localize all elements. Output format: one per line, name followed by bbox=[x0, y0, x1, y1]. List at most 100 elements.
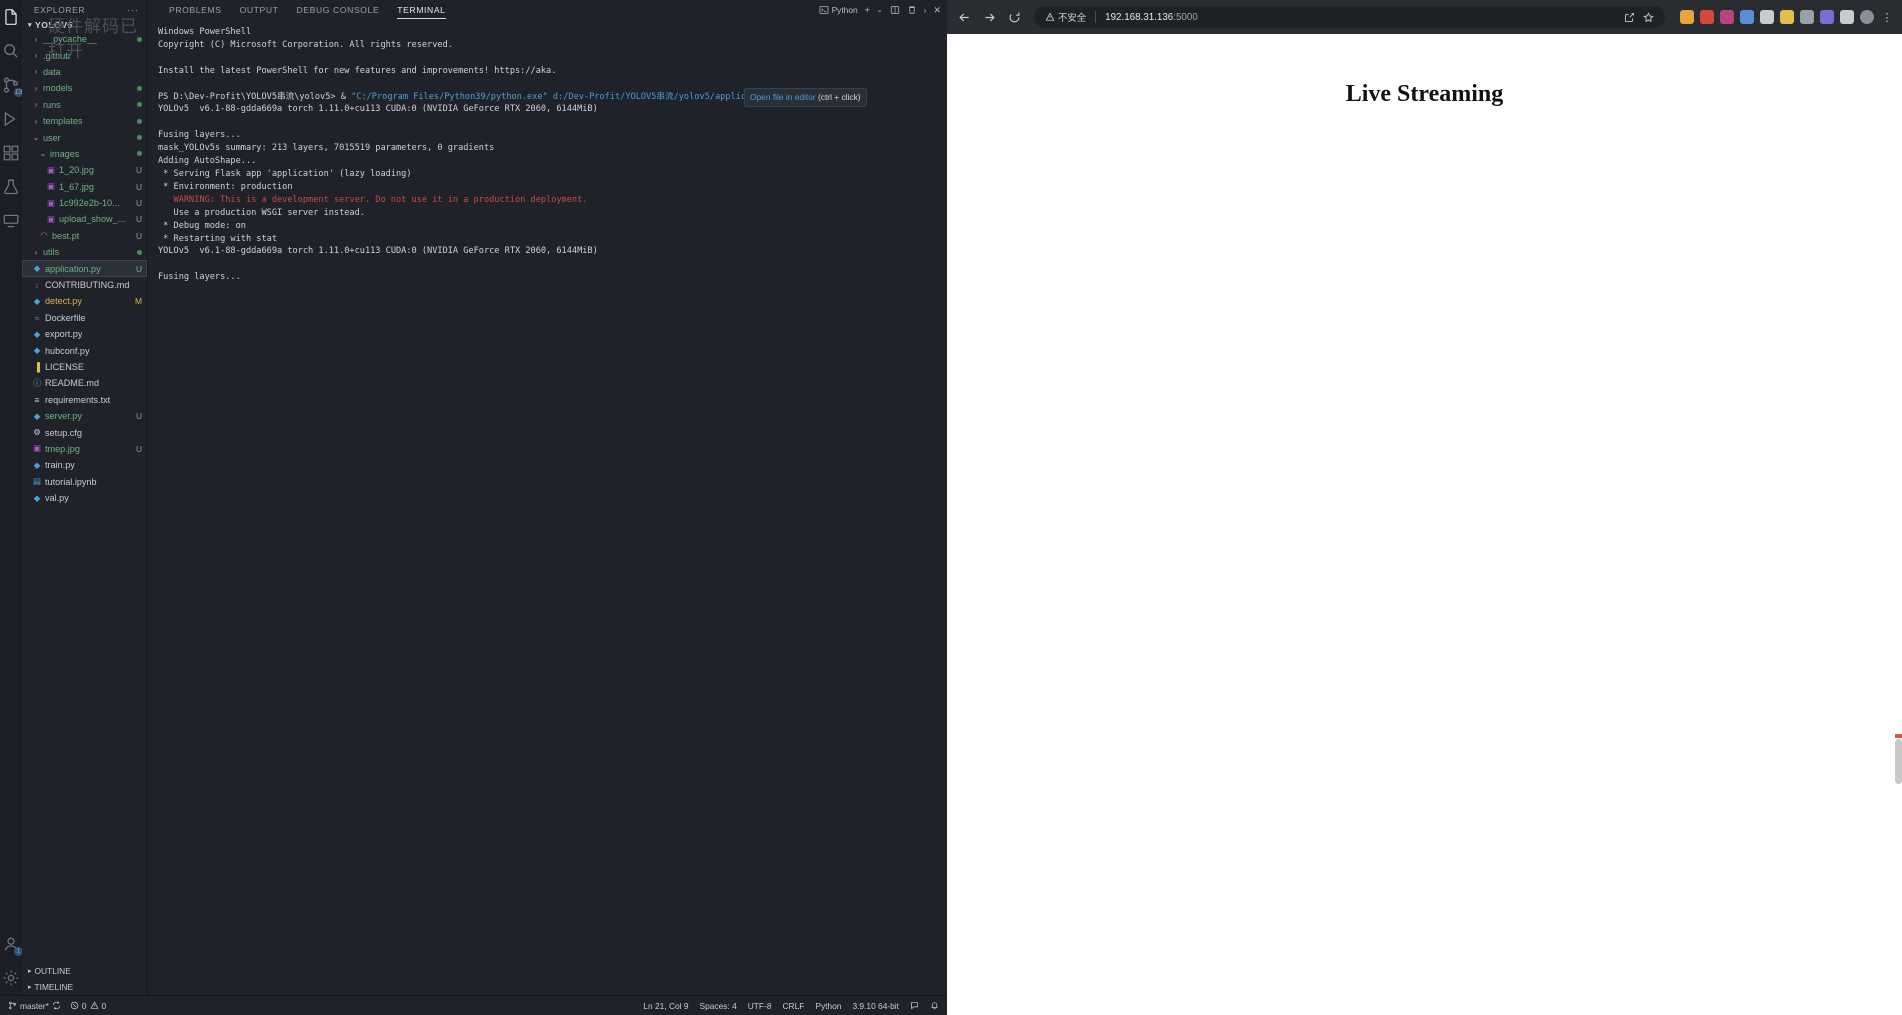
tree-item-contributing-md[interactable]: ↓ CONTRIBUTING.md bbox=[22, 277, 147, 293]
activity-item-source-control[interactable]: 13 bbox=[2, 76, 23, 97]
status-feedback-button[interactable] bbox=[910, 1001, 919, 1010]
terminal-shell-selector[interactable]: Python bbox=[819, 5, 858, 15]
tree-item-server-py[interactable]: ◆ server.py U bbox=[22, 408, 147, 424]
panel-tab-terminal[interactable]: TERMINAL bbox=[388, 2, 454, 19]
back-button[interactable] bbox=[955, 8, 973, 26]
page-scrollbar[interactable] bbox=[1895, 739, 1902, 784]
tree-item-requirements-txt[interactable]: ≡ requirements.txt bbox=[22, 392, 147, 408]
activity-item-extensions[interactable] bbox=[2, 144, 20, 162]
panel-tab-problems[interactable]: PROBLEMS bbox=[160, 2, 231, 19]
timeline-section[interactable]: ▸ TIMELINE bbox=[22, 979, 147, 995]
explorer-more-button[interactable]: ··· bbox=[127, 5, 139, 15]
status-language-mode[interactable]: Python bbox=[815, 1001, 841, 1011]
tree-item-user[interactable]: ⌄ user bbox=[22, 129, 147, 145]
extension-icon-4[interactable] bbox=[1740, 10, 1754, 24]
config-file-icon: ⚙ bbox=[33, 427, 41, 438]
tree-item-models[interactable]: › models bbox=[22, 80, 147, 96]
activity-item-testing[interactable] bbox=[2, 178, 20, 196]
address-bar[interactable]: 不安全 192.168.31.136:5000 bbox=[1034, 6, 1665, 28]
status-python-interpreter[interactable]: 3.9.10 64-bit bbox=[852, 1001, 899, 1011]
terminal-line: mask_YOLOv5s summary: 213 layers, 701551… bbox=[148, 142, 947, 155]
tree-item-images[interactable]: ⌄ images bbox=[22, 146, 147, 162]
extensions-strip[interactable]: ⋮ bbox=[1676, 10, 1894, 24]
tree-item--github[interactable]: › .github bbox=[22, 47, 147, 63]
close-panel-button[interactable]: ✕ bbox=[933, 5, 941, 16]
tree-item-val-py[interactable]: ◆ val.py bbox=[22, 490, 147, 506]
terminal-token: Use a production WSGI server instead. bbox=[158, 207, 365, 218]
activity-item-settings[interactable] bbox=[2, 969, 20, 987]
chrome-browser-window: 不安全 192.168.31.136:5000 ⋮ Live Streaming bbox=[947, 0, 1902, 1015]
tree-item-tmep-jpg[interactable]: ▣ tmep.jpg U bbox=[22, 441, 147, 457]
extension-icon-5[interactable] bbox=[1760, 10, 1774, 24]
activity-item-explorer[interactable] bbox=[2, 8, 20, 26]
extension-icon-2[interactable] bbox=[1700, 10, 1714, 24]
extension-icon-1[interactable] bbox=[1680, 10, 1694, 24]
activity-item-accounts[interactable]: 1 bbox=[2, 935, 23, 956]
tree-item-label: detect.py bbox=[45, 296, 82, 307]
status-eol[interactable]: CRLF bbox=[782, 1001, 804, 1011]
terminal-output[interactable]: Windows PowerShell Copyright (C) Microsof… bbox=[148, 20, 947, 995]
tree-item-setup-cfg[interactable]: ⚙ setup.cfg bbox=[22, 424, 147, 440]
extension-icon-3[interactable] bbox=[1720, 10, 1734, 24]
tree-item-train-py[interactable]: ◆ train.py bbox=[22, 457, 147, 473]
extension-icon-8[interactable] bbox=[1820, 10, 1834, 24]
tree-item-1c992e2b-10-[interactable]: ▣ 1c992e2b-10... U bbox=[22, 195, 147, 211]
tree-item-status: U bbox=[135, 181, 142, 192]
new-terminal-button[interactable]: + bbox=[865, 5, 870, 15]
url-port: :5000 bbox=[1173, 11, 1198, 23]
tree-item-license[interactable]: ▐ LICENSE bbox=[22, 359, 147, 375]
tree-item-tutorial-ipynb[interactable]: ▤ tutorial.ipynb bbox=[22, 474, 147, 490]
status-problems[interactable]: 0 0 bbox=[70, 1001, 106, 1011]
activity-item-run-debug[interactable] bbox=[2, 110, 20, 128]
status-indentation[interactable]: Spaces: 4 bbox=[700, 1001, 737, 1011]
chrome-menu-button[interactable]: ⋮ bbox=[1880, 10, 1894, 24]
status-notifications-button[interactable] bbox=[930, 1001, 939, 1010]
tree-item-export-py[interactable]: ◆ export.py bbox=[22, 326, 147, 342]
tree-item-best-pt[interactable]: ◠ best.pt U bbox=[22, 228, 147, 244]
extension-icon-7[interactable] bbox=[1800, 10, 1814, 24]
extension-icon-6[interactable] bbox=[1780, 10, 1794, 24]
extension-icon-9[interactable] bbox=[1840, 10, 1854, 24]
star-icon[interactable] bbox=[1643, 11, 1654, 23]
forward-button[interactable] bbox=[980, 8, 998, 26]
split-terminal-button[interactable] bbox=[890, 5, 900, 15]
maximize-panel-button[interactable]: › bbox=[924, 6, 927, 15]
tree-item-dockerfile[interactable]: ≈ Dockerfile bbox=[22, 310, 147, 326]
activity-item-remote[interactable] bbox=[2, 212, 20, 230]
tree-item-1-20-jpg[interactable]: ▣ 1_20.jpg U bbox=[22, 162, 147, 178]
tree-item-1-67-jpg[interactable]: ▣ 1_67.jpg U bbox=[22, 179, 147, 195]
panel-tab-bar[interactable]: PROBLEMS OUTPUT DEBUG CONSOLE TERMINAL Pytho… bbox=[148, 0, 947, 20]
profile-avatar[interactable] bbox=[1860, 10, 1874, 24]
feedback-icon bbox=[911, 1002, 918, 1010]
explorer-root-folder[interactable]: ▾ YOLOV5 bbox=[22, 19, 147, 31]
status-branch[interactable]: master* bbox=[8, 1001, 61, 1011]
python-file-icon: ◆ bbox=[33, 263, 41, 274]
terminal-line: Fusing layers... bbox=[148, 129, 947, 142]
share-icon[interactable] bbox=[1624, 12, 1635, 23]
status-cursor-position[interactable]: Ln 21, Col 9 bbox=[643, 1001, 688, 1011]
tree-item-hubconf-py[interactable]: ◆ hubconf.py bbox=[22, 342, 147, 358]
panel-tab-debug-console[interactable]: DEBUG CONSOLE bbox=[288, 2, 389, 19]
tree-item-data[interactable]: › data bbox=[22, 64, 147, 80]
tree-item-application-py[interactable]: ◆ application.py U bbox=[22, 260, 147, 277]
chevron-down-icon[interactable]: ⌄ bbox=[877, 6, 883, 14]
tree-item-templates[interactable]: › templates bbox=[22, 113, 147, 129]
tree-item--pycache-[interactable]: › __pycache__ bbox=[22, 31, 147, 47]
panel-tab-output[interactable]: OUTPUT bbox=[231, 2, 288, 19]
outline-section[interactable]: ▸ OUTLINE bbox=[22, 963, 147, 979]
tree-item-runs[interactable]: › runs bbox=[22, 97, 147, 113]
vscode-body: 13 1 EXPLORER ··· ▾ YOLOV5 › __pycache__… bbox=[0, 0, 947, 995]
tree-item-detect-py[interactable]: ◆ detect.py M bbox=[22, 293, 147, 309]
terminal-token: YOLOv5 v6.1-88-gdda669a torch 1.11.0+cu1… bbox=[158, 246, 598, 257]
kill-terminal-button[interactable] bbox=[907, 5, 917, 15]
activity-item-search[interactable] bbox=[2, 42, 20, 60]
reload-button[interactable] bbox=[1005, 8, 1023, 26]
terminal-token: * Restarting with stat bbox=[158, 233, 277, 244]
tree-item-utils[interactable]: › utils bbox=[22, 244, 147, 260]
status-encoding[interactable]: UTF-8 bbox=[748, 1001, 772, 1011]
tree-item-upload-show-[interactable]: ▣ upload_show_... U bbox=[22, 211, 147, 227]
file-tree[interactable]: › __pycache__ › .github › data › models › runs › te… bbox=[22, 31, 147, 963]
security-indicator[interactable]: 不安全 bbox=[1045, 10, 1086, 24]
tree-item-readme-md[interactable]: ⓘ README.md bbox=[22, 375, 147, 391]
